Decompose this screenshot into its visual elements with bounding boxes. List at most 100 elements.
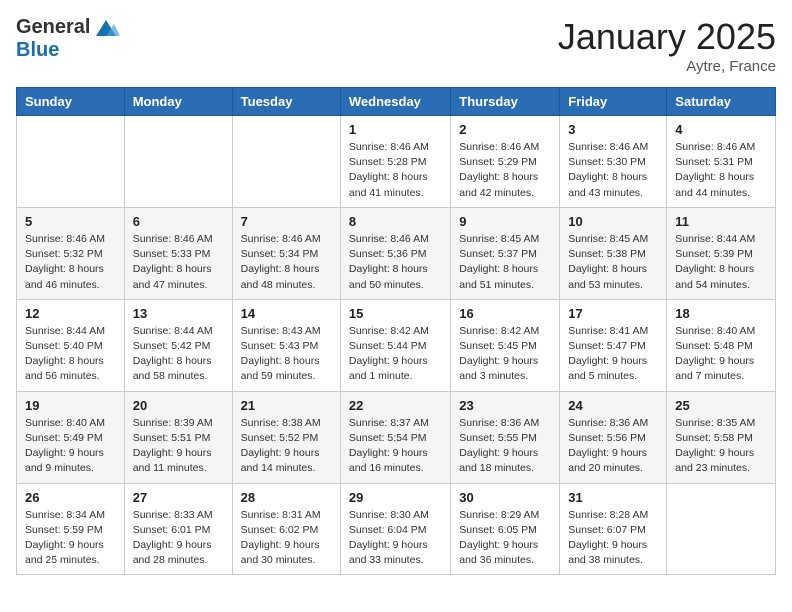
day-cell-22: 22Sunrise: 8:37 AM Sunset: 5:54 PM Dayli… <box>340 391 450 483</box>
day-cell-11: 11Sunrise: 8:44 AM Sunset: 5:39 PM Dayli… <box>667 207 776 299</box>
day-number: 4 <box>675 122 767 137</box>
day-info: Sunrise: 8:38 AM Sunset: 5:52 PM Dayligh… <box>241 416 332 477</box>
month-title: January 2025 <box>558 16 776 58</box>
logo: General Blue <box>16 16 120 62</box>
title-area: January 2025 Aytre, France <box>558 16 776 75</box>
weekday-header-monday: Monday <box>124 88 232 116</box>
day-cell-19: 19 Sunrise: 8:40 AM Sunset: 5:49 PM Dayli… <box>17 391 125 483</box>
day-number: 2 <box>459 122 551 137</box>
week-row-1: 1 Sunrise: 8:46 AM Sunset: 5:28 PM Daylig… <box>17 116 776 208</box>
day-number: 16 <box>459 306 551 321</box>
weekday-header-saturday: Saturday <box>667 88 776 116</box>
day-cell-13: 13Sunrise: 8:44 AM Sunset: 5:42 PM Dayli… <box>124 299 232 391</box>
day-cell-6: 6Sunrise: 8:46 AM Sunset: 5:33 PM Daylig… <box>124 207 232 299</box>
day-number: 10 <box>568 214 658 229</box>
day-number: 18 <box>675 306 767 321</box>
day-number: 14 <box>241 306 332 321</box>
day-cell-20: 20 Sunrise: 8:39 AM Sunset: 5:51 PM Dayli… <box>124 391 232 483</box>
day-info: Sunrise: 8:46 AM Sunset: 5:34 PM Dayligh… <box>241 232 332 293</box>
day-info: Sunrise: 8:43 AM Sunset: 5:43 PM Dayligh… <box>241 324 332 385</box>
day-number: 29 <box>349 490 442 505</box>
day-cell-4: 4 Sunrise: 8:46 AM Sunset: 5:31 PM Daylig… <box>667 116 776 208</box>
week-row-3: 12 Sunrise: 8:44 AM Sunset: 5:40 PM Dayli… <box>17 299 776 391</box>
day-number: 1 <box>349 122 442 137</box>
day-cell-24: 24 Sunrise: 8:36 AM Sunset: 5:56 PM Dayli… <box>560 391 667 483</box>
day-number: 5 <box>25 214 116 229</box>
day-info: Sunrise: 8:42 AM Sunset: 5:45 PM Dayligh… <box>459 324 551 385</box>
week-row-4: 19 Sunrise: 8:40 AM Sunset: 5:49 PM Dayli… <box>17 391 776 483</box>
day-info: Sunrise: 8:46 AM Sunset: 5:28 PM Dayligh… <box>349 140 442 201</box>
day-cell-17: 17Sunrise: 8:41 AM Sunset: 5:47 PM Dayli… <box>560 299 667 391</box>
day-info: Sunrise: 8:31 AM Sunset: 6:02 PM Dayligh… <box>241 508 332 569</box>
day-cell-9: 9 Sunrise: 8:45 AM Sunset: 5:37 PM Daylig… <box>451 207 560 299</box>
day-number: 8 <box>349 214 442 229</box>
day-info: Sunrise: 8:46 AM Sunset: 5:29 PM Dayligh… <box>459 140 551 201</box>
day-info: Sunrise: 8:34 AM Sunset: 5:59 PM Dayligh… <box>25 508 116 569</box>
day-info: Sunrise: 8:30 AM Sunset: 6:04 PM Dayligh… <box>349 508 442 569</box>
weekday-header-thursday: Thursday <box>451 88 560 116</box>
week-row-5: 26 Sunrise: 8:34 AM Sunset: 5:59 PM Dayli… <box>17 483 776 575</box>
day-number: 7 <box>241 214 332 229</box>
weekday-header-tuesday: Tuesday <box>232 88 340 116</box>
logo-blue-text: Blue <box>16 39 59 61</box>
day-number: 25 <box>675 398 767 413</box>
day-cell-26: 26 Sunrise: 8:34 AM Sunset: 5:59 PM Dayli… <box>17 483 125 575</box>
day-cell-15: 15 Sunrise: 8:42 AM Sunset: 5:44 PM Dayli… <box>340 299 450 391</box>
day-cell-31: 31 Sunrise: 8:28 AM Sunset: 6:07 PM Dayli… <box>560 483 667 575</box>
day-cell-23: 23Sunrise: 8:36 AM Sunset: 5:55 PM Dayli… <box>451 391 560 483</box>
day-number: 27 <box>133 490 224 505</box>
day-info: Sunrise: 8:42 AM Sunset: 5:44 PM Dayligh… <box>349 324 442 385</box>
day-number: 19 <box>25 398 116 413</box>
day-info: Sunrise: 8:46 AM Sunset: 5:31 PM Dayligh… <box>675 140 767 201</box>
day-info: Sunrise: 8:37 AM Sunset: 5:54 PM Dayligh… <box>349 416 442 477</box>
day-cell-8: 8 Sunrise: 8:46 AM Sunset: 5:36 PM Daylig… <box>340 207 450 299</box>
day-info: Sunrise: 8:46 AM Sunset: 5:30 PM Dayligh… <box>568 140 658 201</box>
day-info: Sunrise: 8:36 AM Sunset: 5:56 PM Dayligh… <box>568 416 658 477</box>
empty-cell <box>232 116 340 208</box>
day-cell-29: 29 Sunrise: 8:30 AM Sunset: 6:04 PM Dayli… <box>340 483 450 575</box>
day-info: Sunrise: 8:35 AM Sunset: 5:58 PM Dayligh… <box>675 416 767 477</box>
day-cell-7: 7 Sunrise: 8:46 AM Sunset: 5:34 PM Daylig… <box>232 207 340 299</box>
day-cell-12: 12 Sunrise: 8:44 AM Sunset: 5:40 PM Dayli… <box>17 299 125 391</box>
day-info: Sunrise: 8:45 AM Sunset: 5:37 PM Dayligh… <box>459 232 551 293</box>
day-cell-25: 25 Sunrise: 8:35 AM Sunset: 5:58 PM Dayli… <box>667 391 776 483</box>
day-number: 31 <box>568 490 658 505</box>
weekday-header-row: SundayMondayTuesdayWednesdayThursdayFrid… <box>17 88 776 116</box>
day-info: Sunrise: 8:44 AM Sunset: 5:40 PM Dayligh… <box>25 324 116 385</box>
day-number: 12 <box>25 306 116 321</box>
day-number: 26 <box>25 490 116 505</box>
day-info: Sunrise: 8:33 AM Sunset: 6:01 PM Dayligh… <box>133 508 224 569</box>
logo-general-text: General <box>16 16 90 39</box>
day-cell-21: 21Sunrise: 8:38 AM Sunset: 5:52 PM Dayli… <box>232 391 340 483</box>
day-number: 24 <box>568 398 658 413</box>
day-info: Sunrise: 8:46 AM Sunset: 5:32 PM Dayligh… <box>25 232 116 293</box>
day-cell-18: 18 Sunrise: 8:40 AM Sunset: 5:48 PM Dayli… <box>667 299 776 391</box>
day-info: Sunrise: 8:44 AM Sunset: 5:39 PM Dayligh… <box>675 232 767 293</box>
location-text: Aytre, France <box>558 58 776 75</box>
day-info: Sunrise: 8:28 AM Sunset: 6:07 PM Dayligh… <box>568 508 658 569</box>
day-number: 13 <box>133 306 224 321</box>
day-number: 15 <box>349 306 442 321</box>
day-cell-3: 3 Sunrise: 8:46 AM Sunset: 5:30 PM Daylig… <box>560 116 667 208</box>
day-cell-10: 10Sunrise: 8:45 AM Sunset: 5:38 PM Dayli… <box>560 207 667 299</box>
day-info: Sunrise: 8:46 AM Sunset: 5:36 PM Dayligh… <box>349 232 442 293</box>
weekday-header-sunday: Sunday <box>17 88 125 116</box>
day-number: 30 <box>459 490 551 505</box>
day-number: 23 <box>459 398 551 413</box>
page-header: General Blue January 2025 Aytre, France <box>16 16 776 75</box>
day-number: 20 <box>133 398 224 413</box>
day-cell-16: 16 Sunrise: 8:42 AM Sunset: 5:45 PM Dayli… <box>451 299 560 391</box>
day-info: Sunrise: 8:40 AM Sunset: 5:49 PM Dayligh… <box>25 416 116 477</box>
day-number: 9 <box>459 214 551 229</box>
weekday-header-friday: Friday <box>560 88 667 116</box>
day-number: 28 <box>241 490 332 505</box>
empty-cell <box>17 116 125 208</box>
day-info: Sunrise: 8:39 AM Sunset: 5:51 PM Dayligh… <box>133 416 224 477</box>
day-info: Sunrise: 8:29 AM Sunset: 6:05 PM Dayligh… <box>459 508 551 569</box>
day-number: 6 <box>133 214 224 229</box>
day-info: Sunrise: 8:40 AM Sunset: 5:48 PM Dayligh… <box>675 324 767 385</box>
day-cell-2: 2 Sunrise: 8:46 AM Sunset: 5:29 PM Daylig… <box>451 116 560 208</box>
day-number: 3 <box>568 122 658 137</box>
empty-cell <box>124 116 232 208</box>
day-info: Sunrise: 8:41 AM Sunset: 5:47 PM Dayligh… <box>568 324 658 385</box>
